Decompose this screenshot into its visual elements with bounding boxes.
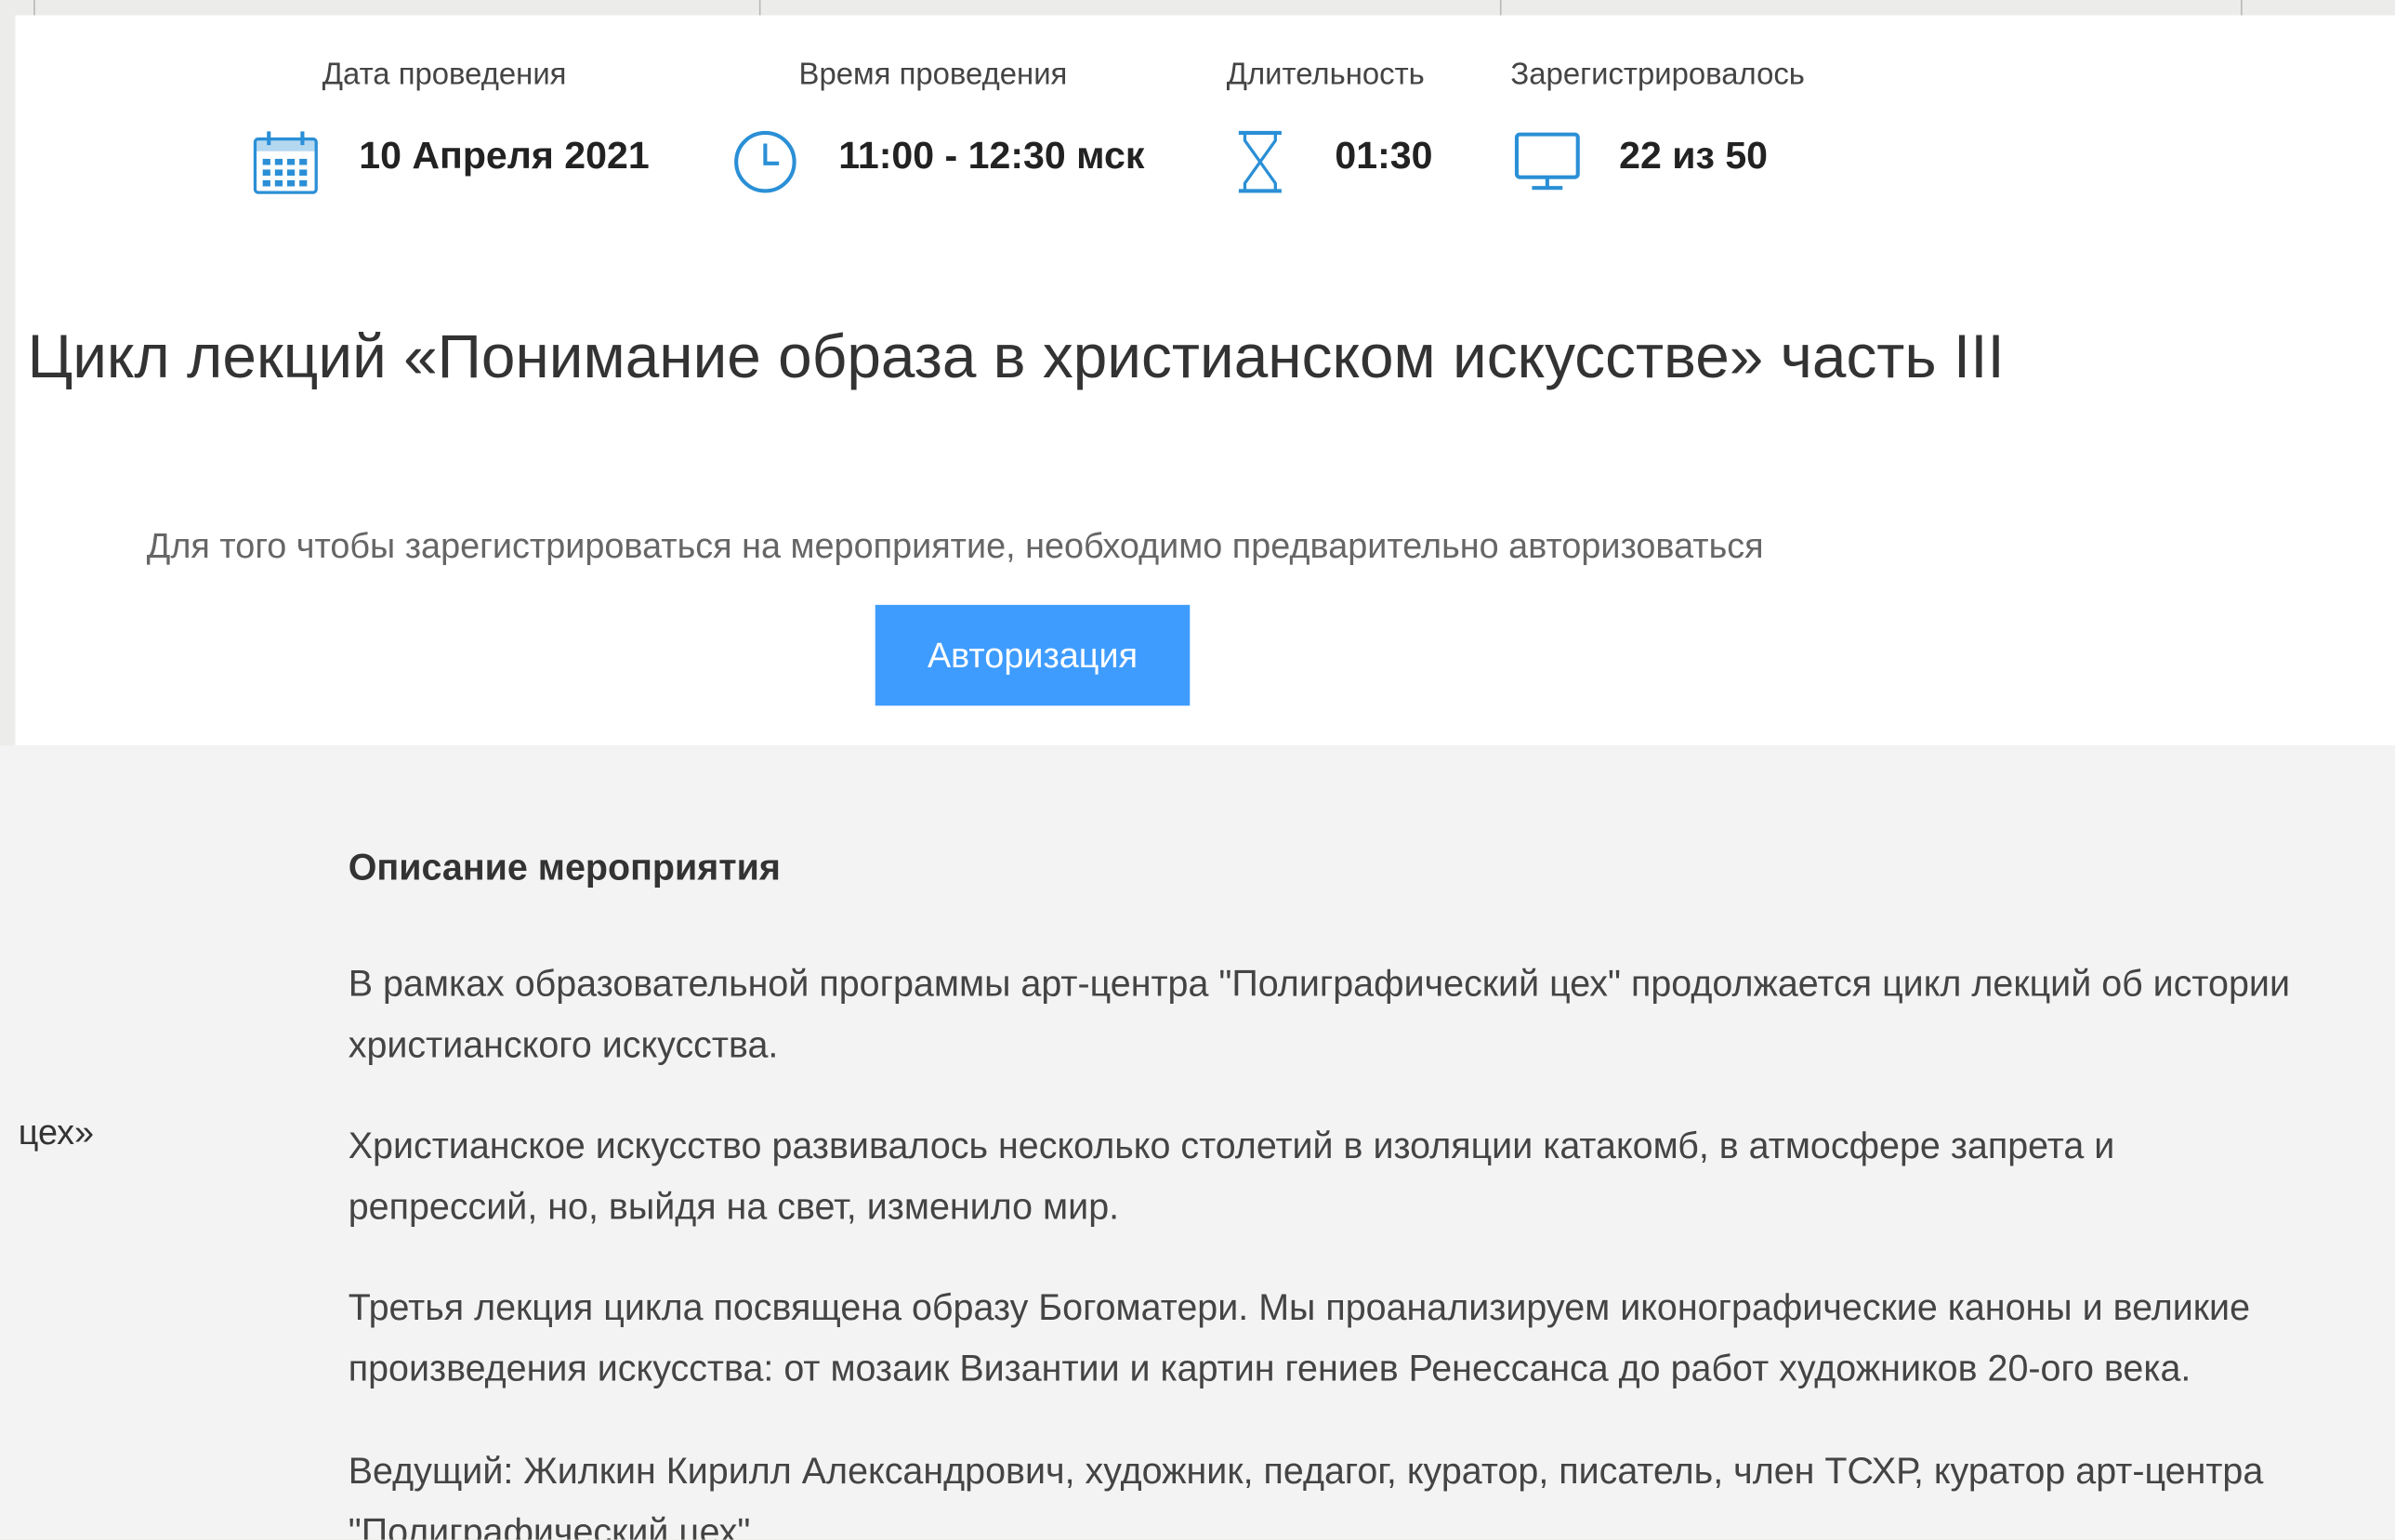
auth-notice: Для того чтобы зарегистрироваться на мер… (146, 525, 1764, 566)
registered-label: Зарегистрировалось (1510, 58, 1805, 92)
monitor-icon (1514, 132, 1580, 191)
clock-icon (734, 130, 796, 193)
description-paragraph: В рамках образовательной программы арт-ц… (349, 954, 2290, 1076)
paragraph-line: репрессий, но, выйдя на свет, изменило м… (348, 1186, 1120, 1229)
divider (2241, 0, 2243, 16)
description-paragraph: Христианское искусство развивалось неско… (349, 1116, 2115, 1238)
divider (758, 0, 761, 16)
description-heading: Описание мероприятия (348, 848, 781, 889)
duration-label: Длительность (1226, 58, 1425, 92)
login-button[interactable]: Авторизация (875, 604, 1191, 706)
paragraph-line: христианского искусства. (348, 1024, 779, 1067)
date-label: Дата проведения (322, 58, 567, 92)
description-paragraph: Третья лекция цикла посвящена образу Бог… (349, 1279, 2250, 1401)
description-paragraph: Ведущий: Жилкин Кирилл Александрович, ху… (349, 1441, 2264, 1539)
time-label: Время проведения (798, 58, 1068, 92)
duration-value: 01:30 (1335, 134, 1433, 178)
paragraph-line: Третья лекция цикла посвящена образу Бог… (348, 1287, 2251, 1329)
registered-value: 22 из 50 (1619, 134, 1769, 178)
page-title: Цикл лекций «Понимание образа в христиан… (27, 323, 2005, 391)
divider (33, 0, 35, 16)
page: Дата проведения Время проведения Длитель… (0, 0, 2395, 1540)
calendar-icon (253, 131, 318, 194)
paragraph-line: произведения искусства: от мозаик Визант… (348, 1349, 2191, 1390)
time-value: 11:00 - 12:30 мск (838, 134, 1145, 178)
paragraph-line: Ведущий: Жилкин Кирилл Александрович, ху… (348, 1451, 2264, 1493)
hourglass-icon (1238, 130, 1282, 193)
paragraph-line: В рамках образовательной программы арт-ц… (348, 964, 2291, 1006)
paragraph-line: "Полиграфический цех" (348, 1512, 751, 1540)
side-text-fragment: цех» (18, 1112, 95, 1152)
divider (1499, 0, 1502, 16)
date-value: 10 Апреля 2021 (359, 134, 650, 178)
paragraph-line: Христианское искусство развивалось неско… (348, 1125, 2115, 1167)
